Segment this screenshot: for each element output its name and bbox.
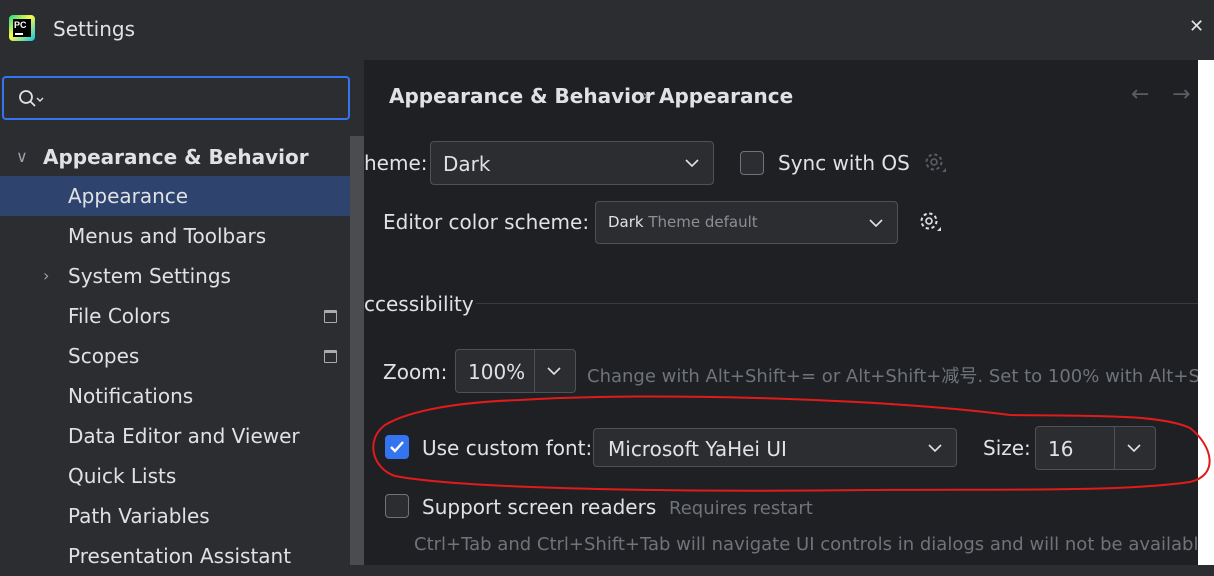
- sidebar-item-system-settings[interactable]: › System Settings: [0, 256, 350, 296]
- size-dropdown[interactable]: 16: [1035, 426, 1156, 470]
- close-icon[interactable]: ✕: [1189, 16, 1204, 37]
- forward-arrow-icon[interactable]: →: [1172, 82, 1190, 107]
- sidebar-item-label: Notifications: [68, 384, 194, 408]
- editor-scheme-value: Dark Theme default: [608, 213, 758, 231]
- zoom-label: Zoom:: [383, 360, 448, 384]
- custom-font-checkbox[interactable]: [385, 435, 409, 459]
- sidebar-item-label: Appearance: [68, 184, 189, 208]
- sidebar-item-label: Quick Lists: [68, 464, 177, 488]
- search-icon: [19, 90, 44, 107]
- screen-readers-checkbox[interactable]: [385, 494, 409, 518]
- sidebar-item-appearance-behavior[interactable]: ∨ Appearance & Behavior: [0, 137, 350, 177]
- font-dropdown[interactable]: Microsoft YaHei UI: [593, 428, 957, 467]
- sidebar-item-notifications[interactable]: Notifications: [0, 376, 350, 416]
- screen-readers-hint: Requires restart: [669, 498, 813, 519]
- window-title: Settings: [53, 17, 136, 41]
- search-input[interactable]: [2, 76, 350, 120]
- theme-label: heme:: [364, 151, 428, 175]
- sidebar-item-scopes[interactable]: Scopes: [0, 336, 350, 376]
- chevron-down-icon: [685, 159, 699, 168]
- screen-readers-description: Ctrl+Tab and Ctrl+Shift+Tab will navigat…: [414, 534, 1198, 555]
- gear-icon[interactable]: [922, 150, 948, 176]
- chevron-down-icon: ∨: [16, 147, 28, 166]
- zoom-hint: Change with Alt+Shift+= or Alt+Shift+减号.…: [587, 366, 1198, 387]
- back-arrow-icon[interactable]: ←: [1131, 82, 1149, 107]
- sidebar-item-label: Scopes: [68, 344, 140, 368]
- project-icon: [324, 310, 337, 323]
- breadcrumb-current: Appearance: [659, 84, 794, 108]
- sidebar-item-label: File Colors: [68, 304, 171, 328]
- custom-font-label: Use custom font:: [422, 436, 593, 460]
- zoom-divider: [534, 350, 535, 392]
- theme-value: Dark: [443, 152, 491, 176]
- editor-scheme-main: Dark: [608, 213, 644, 231]
- sidebar-item-label: Appearance & Behavior: [43, 145, 309, 169]
- project-icon: [324, 350, 337, 363]
- section-divider: [476, 303, 1198, 304]
- chevron-down-icon: [928, 444, 942, 453]
- chevron-right-icon: ›: [43, 266, 50, 285]
- breadcrumb-parent[interactable]: Appearance & Behavior: [389, 84, 655, 108]
- gear-icon[interactable]: [917, 209, 943, 235]
- sidebar-item-quick-lists[interactable]: Quick Lists: [0, 456, 350, 496]
- sidebar-scrollbar[interactable]: [350, 136, 364, 565]
- sidebar-item-menus-toolbars[interactable]: Menus and Toolbars: [0, 216, 350, 256]
- sidebar-item-label: Menus and Toolbars: [68, 224, 267, 248]
- font-value: Microsoft YaHei UI: [608, 437, 787, 461]
- sidebar-item-label: Data Editor and Viewer: [68, 424, 300, 448]
- size-value: 16: [1048, 437, 1074, 461]
- title-bar: PC Settings ✕: [0, 0, 1214, 60]
- window-edge: [1198, 60, 1214, 565]
- size-divider: [1114, 427, 1115, 469]
- sync-with-os-checkbox[interactable]: [740, 151, 764, 175]
- sidebar-item-data-editor[interactable]: Data Editor and Viewer: [0, 416, 350, 456]
- editor-scheme-dropdown[interactable]: Dark Theme default: [595, 201, 898, 244]
- sidebar-item-file-colors[interactable]: File Colors: [0, 296, 350, 336]
- breadcrumb-separator: ›: [642, 86, 649, 106]
- sidebar-item-path-variables[interactable]: Path Variables: [0, 496, 350, 536]
- screen-readers-label: Support screen readers: [422, 495, 657, 519]
- sync-with-os-label: Sync with OS: [778, 151, 910, 175]
- sidebar-item-appearance[interactable]: Appearance: [0, 176, 350, 216]
- chevron-down-icon: [547, 367, 561, 376]
- chevron-down-icon: [869, 219, 883, 228]
- sidebar-item-presentation-assistant[interactable]: Presentation Assistant: [0, 536, 350, 576]
- editor-scheme-label: Editor color scheme:: [383, 210, 590, 234]
- zoom-value: 100%: [468, 360, 526, 384]
- checkmark-icon: [390, 441, 404, 453]
- pycharm-app-icon: PC: [9, 15, 35, 41]
- theme-dropdown[interactable]: Dark: [430, 141, 714, 185]
- size-label: Size:: [983, 436, 1031, 460]
- accessibility-section-title: ccessibility: [364, 292, 474, 316]
- settings-content: Appearance & Behavior › Appearance ← → h…: [364, 60, 1198, 565]
- sidebar-item-label: Presentation Assistant: [68, 544, 292, 568]
- editor-scheme-sub: Theme default: [648, 213, 758, 231]
- chevron-down-icon: [1127, 444, 1141, 453]
- sidebar-item-label: System Settings: [68, 264, 231, 288]
- sidebar-item-label: Path Variables: [68, 504, 210, 528]
- settings-sidebar: ∨ Appearance & Behavior Appearance Menus…: [0, 60, 364, 568]
- zoom-dropdown[interactable]: 100%: [455, 349, 576, 393]
